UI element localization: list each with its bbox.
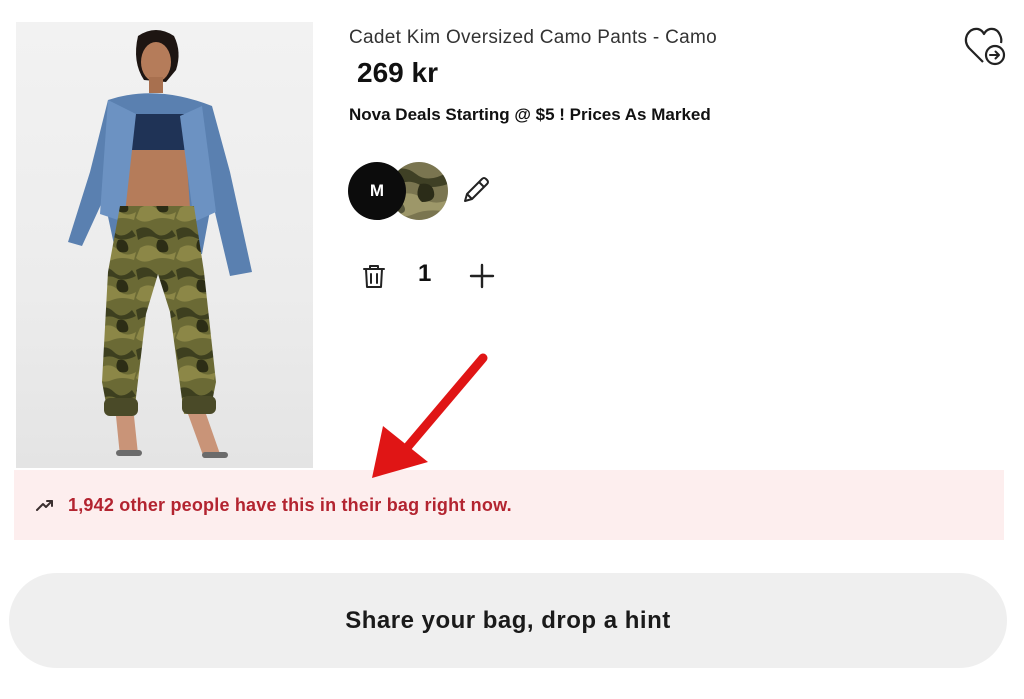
trash-icon [363, 265, 385, 288]
pencil-icon [464, 177, 489, 202]
plus-icon [469, 263, 495, 289]
quantity-stepper: 1 [358, 258, 508, 294]
social-proof-banner: 1,942 other people have this in their ba… [14, 470, 1004, 540]
product-title[interactable]: Cadet Kim Oversized Camo Pants - Camo [349, 27, 717, 49]
trending-up-icon [34, 494, 56, 516]
bag-item-page: Cadet Kim Oversized Camo Pants - Camo 26… [0, 0, 1024, 699]
promo-banner-text: Nova Deals Starting @ $5 ! Prices As Mar… [349, 105, 711, 125]
promo-text: Nova Deals Starting @ $5 ! Prices As Mar… [349, 105, 711, 124]
move-to-wishlist-button[interactable] [962, 24, 1008, 70]
edit-item-button[interactable] [458, 174, 492, 208]
model-photo-illustration [68, 30, 252, 458]
remove-item-button[interactable] [358, 260, 390, 292]
increase-quantity-button[interactable] [466, 260, 498, 292]
heart-arrow-icon [964, 27, 1006, 66]
product-price: 269 kr [357, 57, 438, 88]
product-image[interactable] [16, 22, 313, 468]
variant-selectors: M [348, 162, 508, 222]
quantity-value: 1 [418, 260, 432, 287]
share-bag-button[interactable]: Share your bag, drop a hint [9, 573, 1007, 668]
social-proof-text: 1,942 other people have this in their ba… [68, 494, 512, 515]
size-selector[interactable]: M [348, 162, 406, 220]
